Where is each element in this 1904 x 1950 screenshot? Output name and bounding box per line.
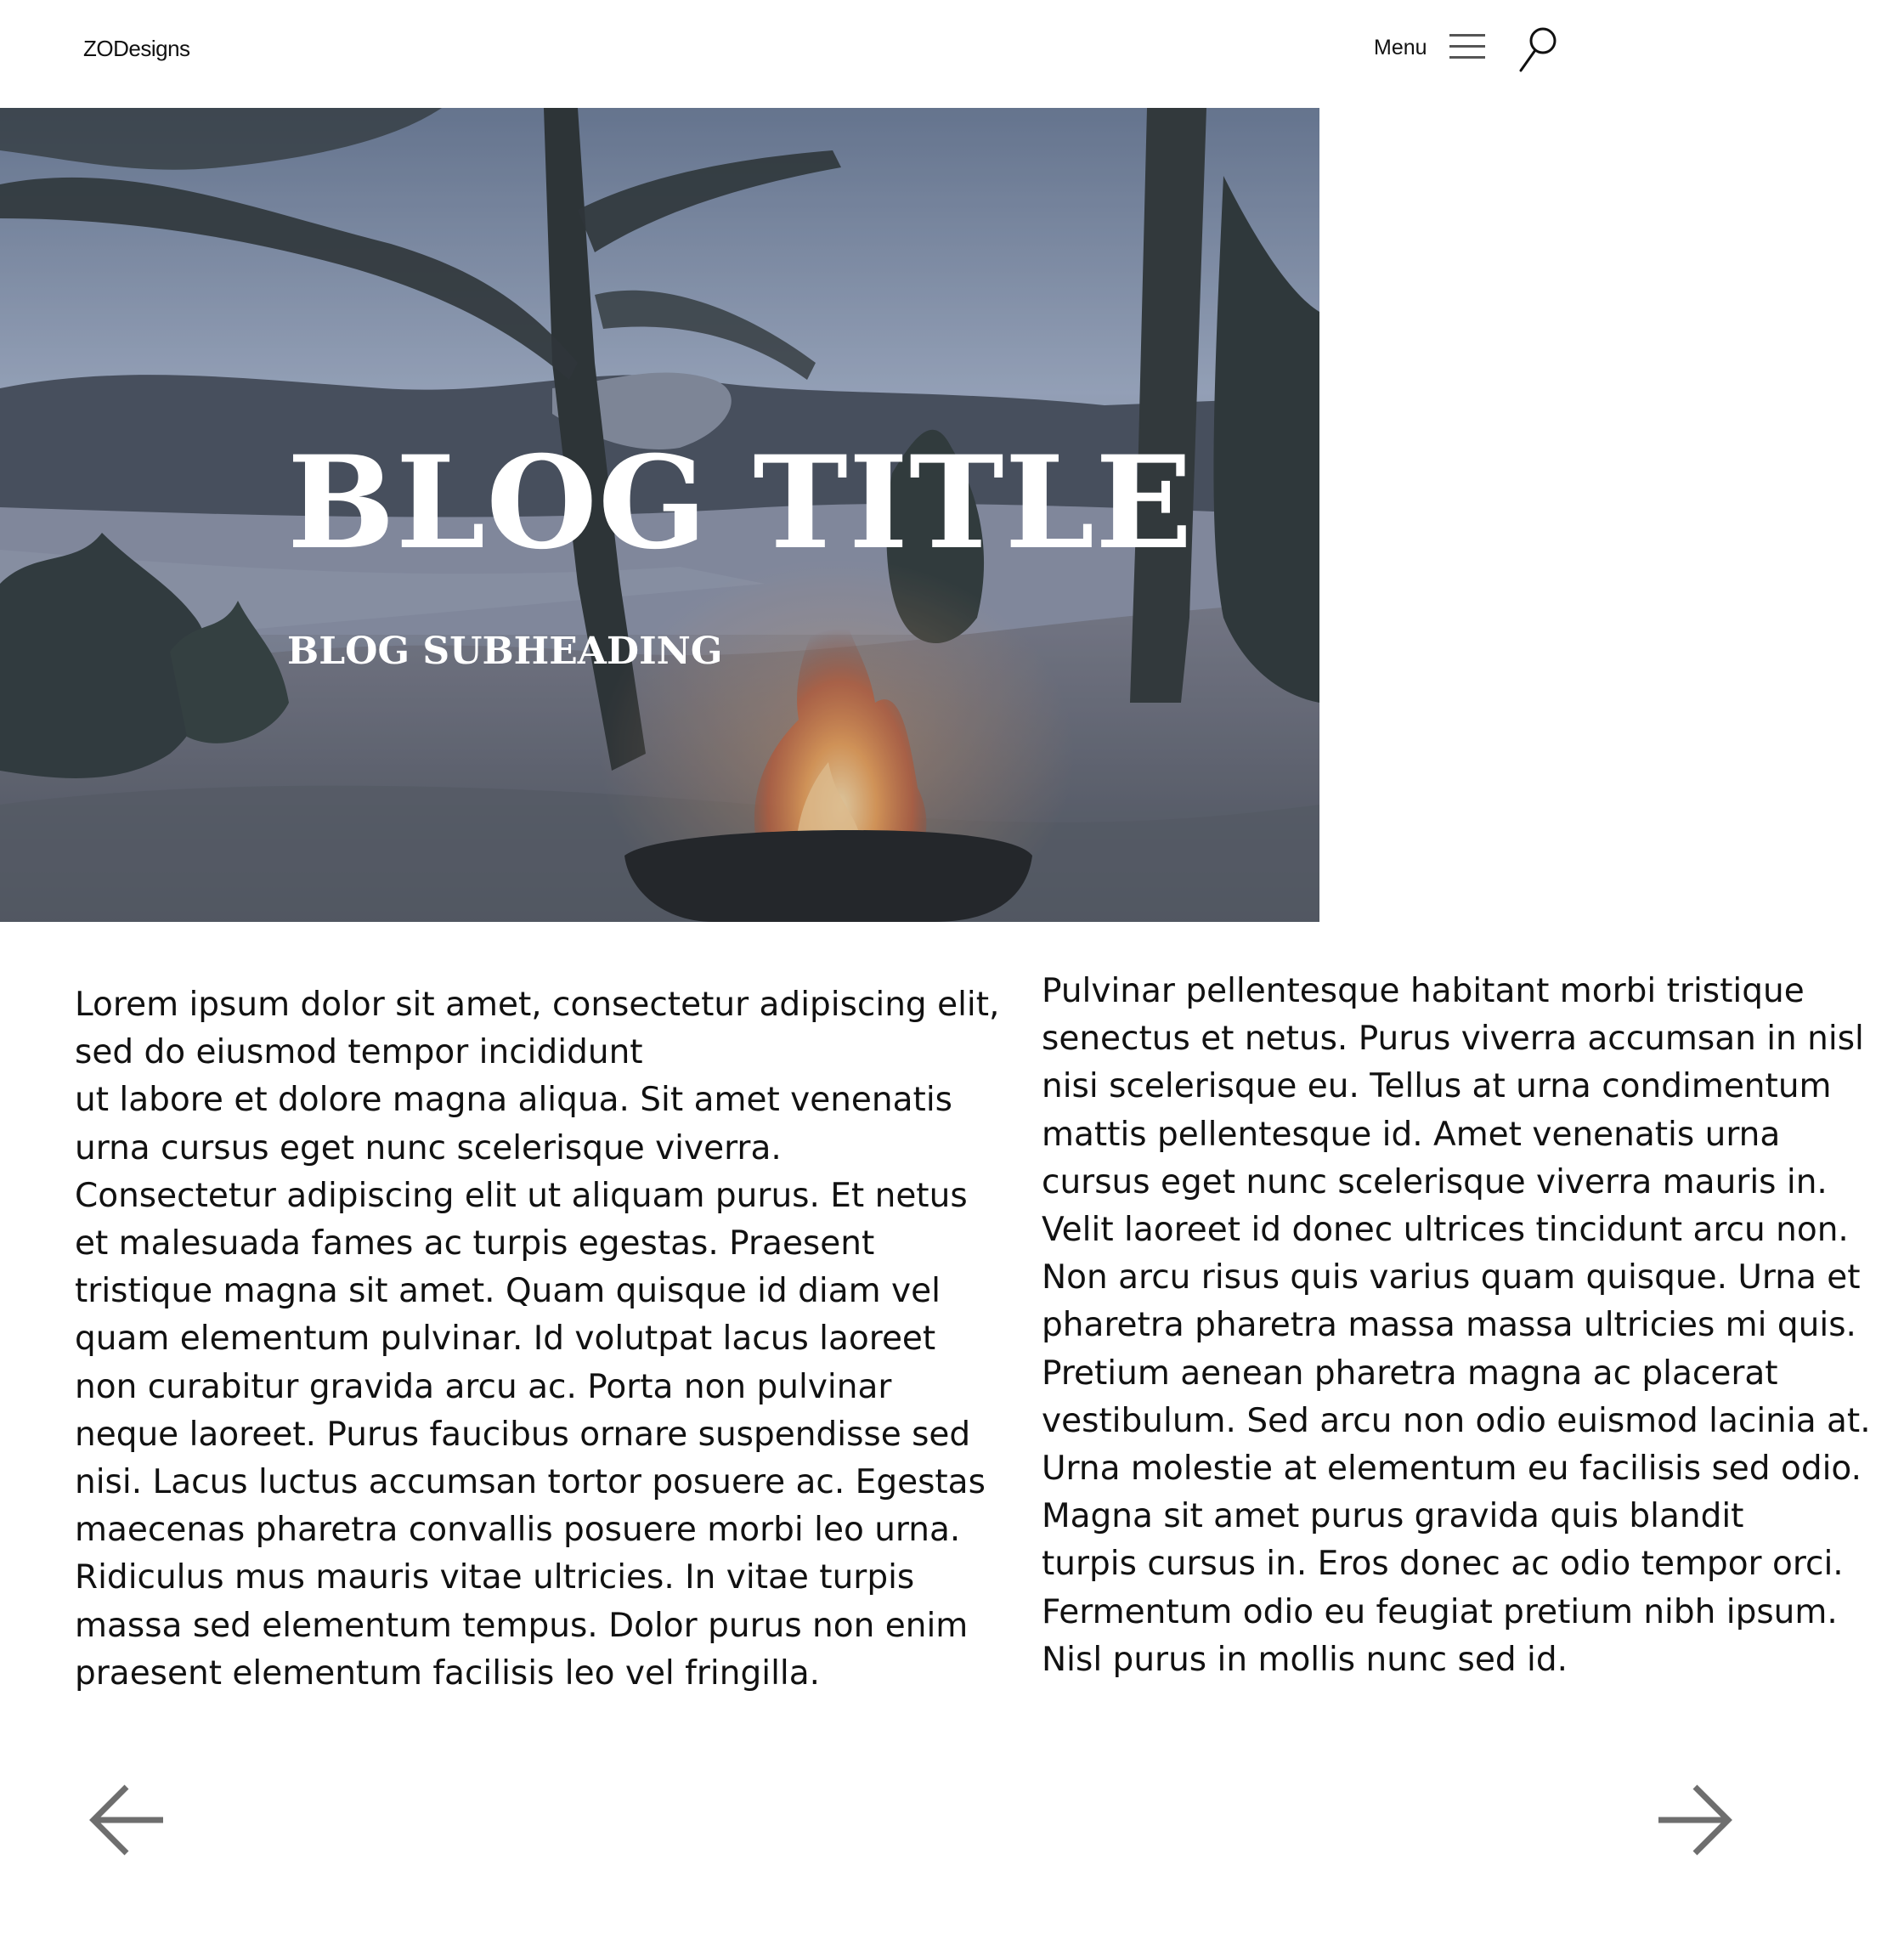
article-text-left: Lorem ipsum dolor sit amet, consectetur …: [75, 986, 1000, 1693]
hero-banner: BLOG TITLE BLOG SUBHEADING: [0, 108, 1319, 922]
hamburger-menu-icon[interactable]: [1449, 32, 1487, 61]
search-icon[interactable]: [1517, 25, 1558, 73]
next-post-button[interactable]: [1657, 1782, 1733, 1858]
arrow-right-icon: [1658, 1784, 1732, 1856]
arrow-left-icon: [89, 1784, 163, 1856]
previous-post-button[interactable]: [88, 1782, 165, 1858]
menu-label[interactable]: Menu: [1374, 36, 1427, 60]
blog-subheading: BLOG SUBHEADING: [287, 630, 723, 673]
brand-logo[interactable]: ZODesigns: [83, 36, 190, 62]
article-text-right: Pulvinar pellentesque habitant morbi tri…: [1042, 972, 1871, 1679]
blog-title: BLOG TITLE: [287, 428, 1194, 578]
